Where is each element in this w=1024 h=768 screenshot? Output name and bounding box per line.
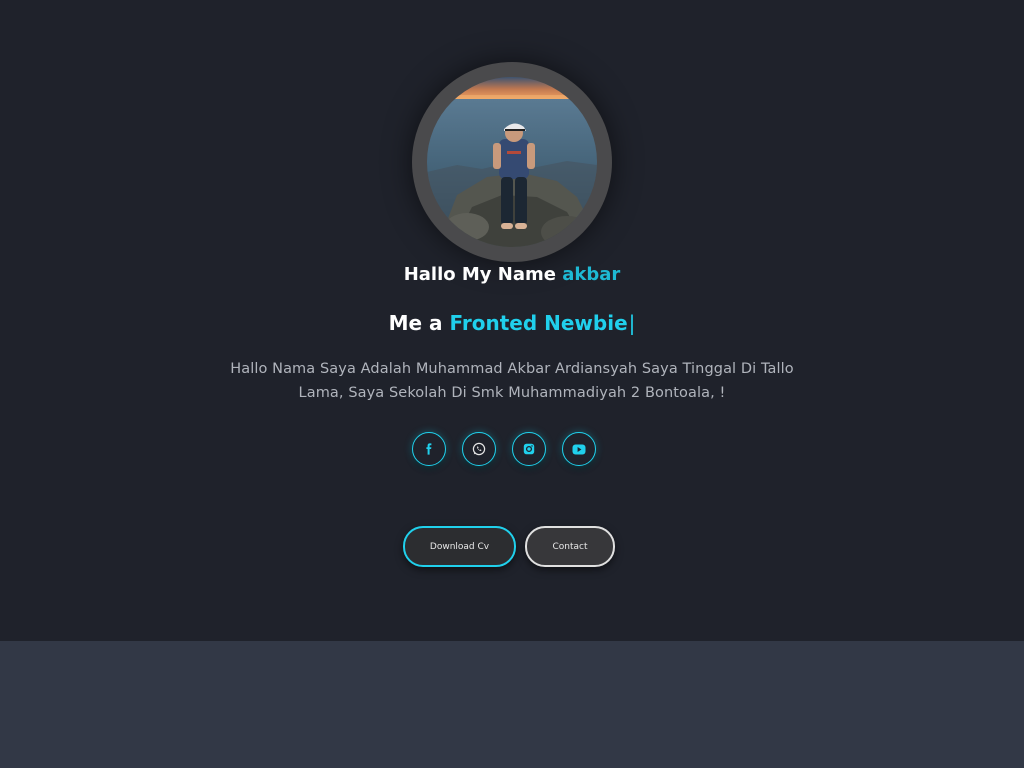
whatsapp-link[interactable] — [462, 432, 496, 466]
youtube-link[interactable] — [562, 432, 596, 466]
contact-button[interactable]: Contact — [525, 526, 615, 567]
facebook-link[interactable] — [412, 432, 446, 466]
typing-caret: | — [628, 311, 636, 335]
greeting-heading: Hallo My Name akbar — [0, 262, 1024, 288]
greeting-name: akbar — [562, 264, 621, 285]
instagram-link[interactable] — [512, 432, 546, 466]
youtube-icon — [572, 444, 586, 454]
profile-photo — [427, 77, 597, 247]
role-heading: Me a Fronted Newbie| — [0, 309, 1024, 337]
profile-avatar-frame — [412, 62, 612, 262]
social-links — [412, 432, 612, 468]
bio-text: Hallo Nama Saya Adalah Muhammad Akbar Ar… — [230, 361, 794, 401]
next-section — [0, 641, 1024, 768]
greeting-prefix: Hallo My Name — [403, 264, 563, 285]
hero-section: Hallo My Name akbar Me a Fronted Newbie|… — [0, 0, 1024, 641]
role-title: Fronted Newbie — [449, 311, 628, 335]
whatsapp-icon — [472, 442, 486, 456]
download-cv-button[interactable]: Download Cv — [403, 526, 516, 567]
role-prefix: Me a — [388, 311, 450, 335]
instagram-icon — [523, 443, 535, 455]
facebook-icon — [426, 443, 432, 455]
